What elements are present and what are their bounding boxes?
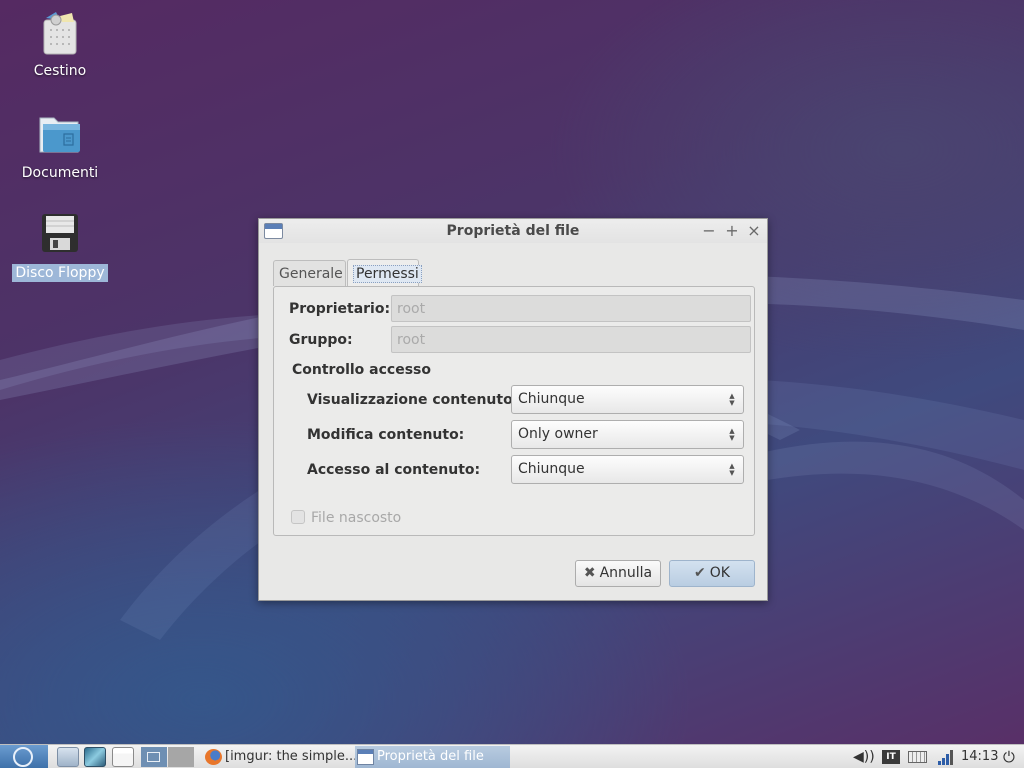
access-content-select[interactable]: Chiunque ▲ ▼ [511, 455, 744, 484]
up-down-arrows-icon: ▲ ▼ [729, 427, 735, 442]
network-launcher-icon[interactable] [84, 747, 106, 767]
file-properties-dialog: Proprietà del file − + × Generale Permes… [258, 218, 768, 601]
cancel-x-icon: ✖ [583, 565, 596, 581]
workspace-2[interactable] [168, 747, 194, 767]
group-field[interactable]: root [391, 326, 751, 353]
desktop-icon-label: Disco Floppy [12, 264, 108, 282]
close-button[interactable]: × [745, 221, 763, 241]
up-down-arrows-icon: ▲ ▼ [729, 392, 735, 407]
desktop-icon-label: Cestino [33, 63, 87, 79]
view-content-label: Visualizzazione contenuto: [307, 392, 519, 408]
tab-label: Permessi [353, 265, 422, 283]
permissions-panel: Proprietario: root Gruppo: root Controll… [273, 286, 755, 536]
checkbox-box[interactable] [291, 510, 305, 524]
trash-icon [36, 8, 84, 56]
keyboard-icon[interactable] [908, 751, 927, 763]
workspace-1[interactable] [141, 747, 167, 767]
task-label: Proprietà del file [377, 749, 484, 764]
show-desktop-icon[interactable] [112, 747, 134, 767]
checkmark-icon: ✔ [694, 565, 706, 581]
network-signal-icon[interactable] [937, 748, 955, 766]
power-icon[interactable]: ⏻ [1003, 747, 1015, 767]
checkbox-label: File nascosto [311, 510, 402, 526]
lubuntu-logo-icon [13, 747, 33, 767]
access-content-label: Accesso al contenuto: [307, 462, 481, 478]
owner-field[interactable]: root [391, 295, 751, 322]
minimize-button[interactable]: − [700, 221, 718, 241]
select-value: Chiunque [518, 391, 585, 407]
start-menu-button[interactable] [0, 745, 48, 768]
desktop-icon-trash[interactable]: Cestino [10, 8, 110, 80]
desktop-icon-label: Documenti [21, 165, 99, 181]
folder-icon [36, 110, 84, 158]
tab-generale[interactable]: Generale [273, 260, 346, 286]
up-down-arrows-icon: ▲ ▼ [729, 462, 735, 477]
desktop-icon-documents[interactable]: Documenti [10, 110, 110, 182]
keyboard-layout-indicator[interactable]: IT [882, 750, 900, 764]
modify-content-label: Modifica contenuto: [307, 427, 465, 443]
cancel-label: Annulla [599, 565, 653, 581]
task-file-properties[interactable]: Proprietà del file [355, 746, 510, 768]
clock[interactable]: 14:13 [961, 747, 998, 767]
window-icon [357, 749, 374, 765]
group-label: Gruppo: [289, 332, 353, 348]
firefox-icon [205, 749, 222, 765]
select-value: Chiunque [518, 461, 585, 477]
modify-content-select[interactable]: Only owner ▲ ▼ [511, 420, 744, 449]
taskbar: [imgur: the simple... Proprietà del file… [0, 744, 1024, 768]
tab-label: Generale [279, 266, 343, 282]
desktop-icon-floppy[interactable]: Disco Floppy [10, 210, 110, 282]
task-firefox[interactable]: [imgur: the simple... [203, 746, 357, 768]
floppy-icon [36, 210, 84, 258]
task-label: [imgur: the simple... [225, 749, 358, 764]
dialog-titlebar[interactable]: Proprietà del file − + × [259, 219, 767, 243]
file-manager-launcher-icon[interactable] [57, 747, 79, 767]
access-control-heading: Controllo accesso [292, 362, 431, 378]
owner-label: Proprietario: [289, 301, 391, 317]
select-value: Only owner [518, 426, 598, 442]
ok-label: OK [709, 565, 730, 581]
dialog-title: Proprietà del file [446, 223, 580, 239]
tab-permessi[interactable]: Permessi [347, 259, 422, 287]
ok-button[interactable]: ✔ OK [669, 560, 755, 587]
cancel-button[interactable]: ✖ Annulla [575, 560, 661, 587]
maximize-button[interactable]: + [723, 221, 741, 241]
volume-icon[interactable]: ◀)) [853, 747, 875, 767]
hidden-file-checkbox[interactable]: File nascosto [291, 510, 401, 526]
view-content-select[interactable]: Chiunque ▲ ▼ [511, 385, 744, 414]
